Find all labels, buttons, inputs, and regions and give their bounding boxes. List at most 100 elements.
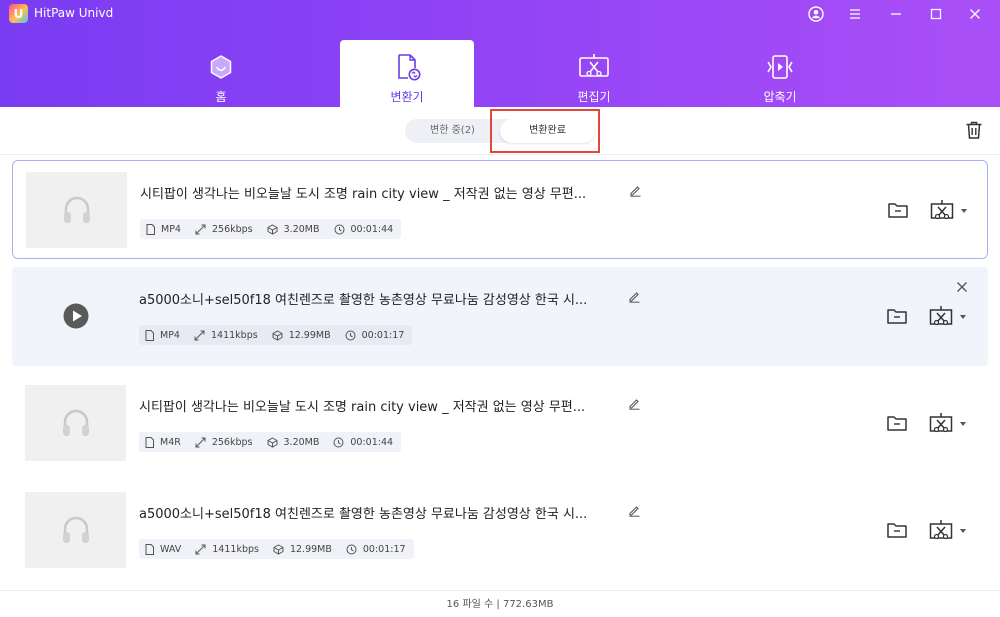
file-duration: 00:01:17 — [362, 543, 406, 555]
size-icon — [267, 436, 277, 448]
remove-icon[interactable] — [956, 281, 968, 293]
maximize-icon[interactable] — [921, 2, 951, 26]
convert-icon — [929, 413, 953, 433]
trash-icon[interactable] — [962, 118, 986, 142]
file-bitrate: 1411kbps — [212, 543, 259, 555]
file-meta: WAV 1411kbps 12.99MB 00:01:17 — [139, 539, 414, 559]
convert-icon — [929, 520, 953, 540]
duration-icon — [334, 224, 345, 234]
edit-icon[interactable] — [628, 397, 641, 410]
tab-home-label: 홈 — [215, 90, 227, 104]
convert-icon — [929, 306, 953, 326]
chevron-down-icon[interactable] — [959, 421, 967, 427]
file-format: MP4 — [160, 329, 180, 341]
file-duration: 00:01:17 — [361, 329, 405, 341]
bitrate-icon — [195, 224, 206, 234]
file-bitrate: 1411kbps — [210, 329, 258, 341]
file-size: 12.99MB — [288, 329, 331, 341]
title-bar: U HitPaw Univd 홈 변환기 편집기 압축기 — [0, 0, 1000, 107]
chevron-down-icon[interactable] — [960, 208, 968, 214]
duration-icon — [345, 330, 356, 340]
file-title: a5000소니+sel50f18 여친렌즈로 촬영한 농촌영상 무료나눔 감성영… — [139, 507, 588, 522]
app-logo: U — [9, 4, 28, 23]
close-icon[interactable] — [960, 2, 990, 26]
minimize-icon[interactable] — [881, 2, 911, 26]
convert-button[interactable] — [928, 519, 967, 543]
editor-icon — [578, 52, 610, 82]
file-size: 3.20MB — [283, 223, 320, 235]
folder-icon[interactable] — [886, 413, 908, 433]
play-icon[interactable] — [62, 302, 90, 330]
chevron-down-icon[interactable] — [959, 314, 967, 320]
convert-button[interactable] — [928, 305, 967, 329]
file-title: a5000소니+sel50f18 여친렌즈로 촬영한 농촌영상 무료나눔 감성영… — [139, 293, 588, 308]
audio-icon — [62, 409, 89, 436]
file-format-icon — [145, 329, 154, 341]
app-title: HitPaw Univd — [34, 6, 114, 20]
edit-icon[interactable] — [628, 290, 641, 303]
edit-icon[interactable] — [629, 184, 642, 197]
convert-button[interactable] — [928, 412, 967, 436]
bitrate-icon — [194, 330, 205, 340]
tab-compressor[interactable]: 압축기 — [713, 40, 847, 107]
file-size: 3.20MB — [283, 436, 320, 448]
status-bar: 16 파일 수 | 772.63MB — [0, 590, 1000, 617]
thumbnail — [25, 492, 126, 568]
file-format: M4R — [160, 436, 181, 448]
convert-icon — [930, 200, 954, 220]
tab-editor-label: 편집기 — [577, 90, 611, 104]
file-format-icon — [145, 543, 154, 555]
file-title: 시티팝이 생각나는 비오늘날 도시 조명 rain city view _ 저작… — [139, 400, 586, 415]
file-row[interactable]: 시티팝이 생각나는 비오늘날 도시 조명 rain city view _ 저작… — [12, 374, 988, 473]
file-format: WAV — [160, 543, 182, 555]
tab-compressor-label: 압축기 — [763, 90, 797, 104]
file-row[interactable]: a5000소니+sel50f18 여친렌즈로 촬영한 농촌영상 무료나눔 감성영… — [12, 481, 988, 580]
tab-converting[interactable]: 변한 중(2) — [405, 119, 500, 143]
account-icon[interactable] — [801, 2, 831, 26]
file-format-icon — [146, 223, 155, 235]
audio-icon — [62, 516, 89, 543]
duration-icon — [346, 544, 357, 554]
size-icon — [273, 543, 284, 555]
folder-icon[interactable] — [886, 306, 908, 326]
file-bitrate: 256kbps — [211, 223, 253, 235]
file-duration: 00:01:44 — [350, 436, 394, 448]
file-row[interactable]: 시티팝이 생각나는 비오늘날 도시 조명 rain city view _ 저작… — [12, 160, 988, 259]
file-summary: 16 파일 수 | 772.63MB — [446, 599, 554, 610]
compressor-icon — [765, 52, 795, 82]
menu-icon[interactable] — [840, 2, 870, 26]
thumbnail — [25, 278, 126, 354]
duration-icon — [333, 437, 344, 447]
thumbnail — [26, 172, 127, 248]
folder-icon[interactable] — [886, 520, 908, 540]
file-format: MP4 — [161, 223, 181, 235]
file-title: 시티팝이 생각나는 비오늘날 도시 조명 rain city view _ 저작… — [140, 187, 587, 202]
converter-icon — [392, 52, 422, 82]
file-meta: MP4 256kbps 3.20MB 00:01:44 — [140, 219, 402, 239]
file-size: 12.99MB — [289, 543, 332, 555]
status-segmented-control: 변한 중(2) 변환완료 — [405, 119, 595, 143]
home-icon — [208, 52, 234, 82]
tab-converted[interactable]: 변환완료 — [500, 119, 595, 143]
folder-icon[interactable] — [887, 200, 909, 220]
size-icon — [267, 223, 278, 235]
edit-icon[interactable] — [628, 504, 641, 517]
file-bitrate: 256kbps — [211, 436, 253, 448]
file-duration: 00:01:44 — [350, 223, 394, 235]
thumbnail — [25, 385, 126, 461]
file-row[interactable]: a5000소니+sel50f18 여친렌즈로 촬영한 농촌영상 무료나눔 감성영… — [12, 267, 988, 366]
audio-icon — [63, 196, 90, 223]
file-meta: M4R 256kbps 3.20MB 00:01:44 — [139, 432, 402, 452]
convert-button[interactable] — [929, 199, 968, 223]
file-format-icon — [145, 436, 154, 448]
subtab-bar: 변한 중(2) 변환완료 — [0, 107, 1000, 155]
bitrate-icon — [195, 544, 206, 554]
tab-editor[interactable]: 편집기 — [527, 40, 661, 107]
bitrate-icon — [195, 437, 206, 447]
file-meta: MP4 1411kbps 12.99MB 00:01:17 — [139, 325, 413, 345]
tab-converter-label: 변환기 — [390, 90, 424, 104]
size-icon — [272, 329, 283, 341]
tab-converter[interactable]: 변환기 — [340, 40, 474, 107]
chevron-down-icon[interactable] — [959, 528, 967, 534]
tab-home[interactable]: 홈 — [154, 40, 288, 107]
